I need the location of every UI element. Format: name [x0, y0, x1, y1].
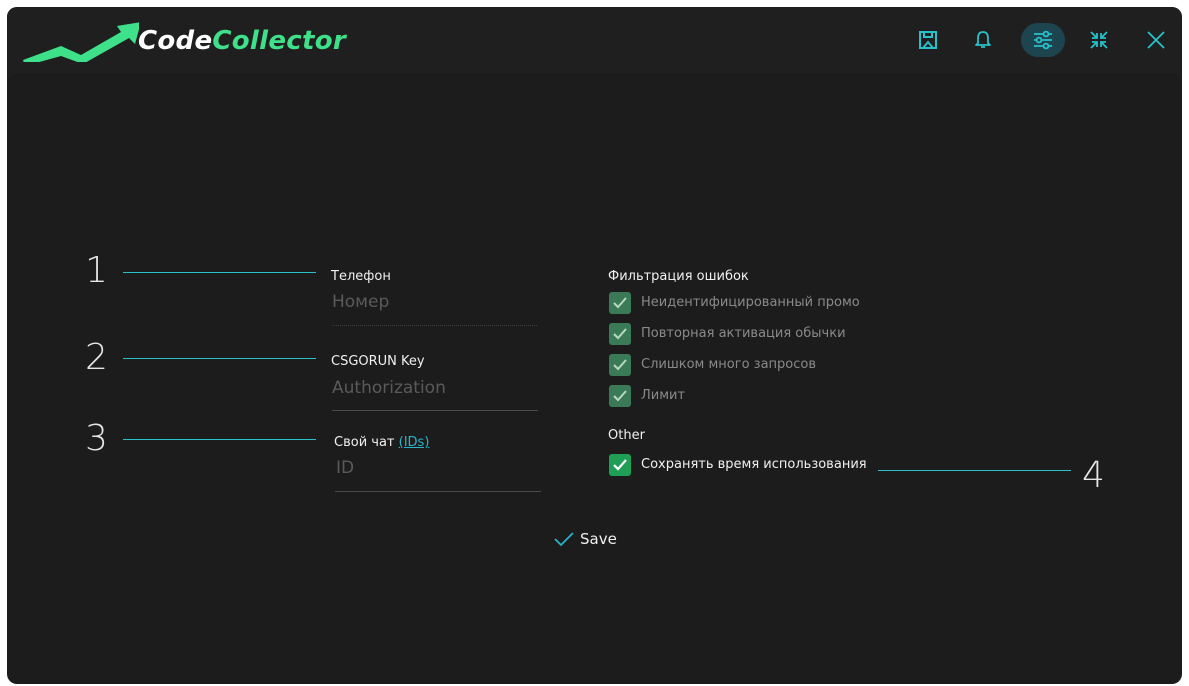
checkbox-label: Повторная активация обычки	[641, 326, 846, 341]
close-button[interactable]	[1134, 23, 1178, 57]
ids-link[interactable]: (IDs)	[399, 435, 430, 450]
minimize-button[interactable]	[1077, 23, 1121, 57]
checkbox[interactable]	[609, 385, 631, 407]
chat-label-text: Свой чат	[334, 435, 395, 450]
check-icon	[613, 390, 627, 402]
authorization-input[interactable]	[332, 376, 537, 400]
save-window-button[interactable]	[906, 23, 950, 57]
other-title: Other	[608, 428, 645, 443]
save-button[interactable]: Save	[553, 530, 617, 548]
phone-input[interactable]	[332, 290, 537, 314]
check-icon	[613, 297, 627, 309]
phone-underline	[332, 325, 537, 326]
key-underline	[332, 410, 538, 411]
check-icon	[613, 359, 627, 371]
filter-option-limit[interactable]: Лимит	[609, 385, 685, 407]
callout-number-4: 4	[1082, 455, 1105, 496]
app-title: CodeCollector	[138, 25, 346, 57]
minimize-icon	[1090, 31, 1108, 49]
save-icon	[919, 31, 937, 49]
notifications-button[interactable]	[961, 23, 1005, 57]
callout-number-1: 1	[85, 250, 108, 291]
checkbox-label: Лимит	[641, 388, 686, 403]
settings-button[interactable]	[1021, 23, 1065, 57]
app-window: CodeCollector 1 2 3 4 Телефон Номер CSGO…	[7, 7, 1182, 684]
key-label: CSGORUN Key	[331, 354, 425, 369]
error-filter-title: Фильтрация ошибок	[608, 269, 749, 284]
checkbox[interactable]	[609, 454, 631, 476]
settings-sliders-icon	[1034, 30, 1052, 50]
settings-panel: 1 2 3 4 Телефон CSGORUN Key Свой чат (ID…	[7, 73, 1182, 684]
filter-option-too-many-requests[interactable]: Слишком много запросов	[609, 354, 816, 376]
app-title-collector: Collector	[212, 26, 347, 56]
phone-label: Телефон	[331, 269, 391, 284]
check-icon	[554, 532, 574, 547]
callout-line-2	[123, 358, 316, 359]
callout-number-2: 2	[85, 337, 108, 378]
trend-arrow-logo	[23, 22, 139, 62]
bell-icon	[975, 31, 991, 48]
chat-label: Свой чат (IDs)	[334, 435, 429, 451]
chat-id-input[interactable]	[336, 456, 541, 480]
filter-option-repeat-activation[interactable]: Повторная активация обычки	[609, 323, 846, 345]
checkbox-label: Сохранять время использования	[641, 457, 867, 472]
callout-line-1	[123, 272, 316, 273]
checkbox-label: Неидентифицированный промо	[641, 295, 860, 310]
checkbox-label: Слишком много запросов	[641, 357, 816, 372]
check-icon	[613, 459, 627, 471]
checkbox[interactable]	[609, 323, 631, 345]
checkbox[interactable]	[609, 354, 631, 376]
app-title-code: Code	[138, 26, 213, 56]
filter-option-unidentified-promo[interactable]: Неидентифицированный промо	[609, 292, 860, 314]
close-icon	[1147, 31, 1165, 49]
callout-line-4	[878, 470, 1071, 471]
check-icon	[613, 328, 627, 340]
save-label: Save	[580, 530, 617, 548]
callout-line-3	[123, 439, 316, 440]
title-bar[interactable]: CodeCollector	[7, 7, 1182, 73]
save-usage-time-option[interactable]: Сохранять время использования	[609, 454, 867, 476]
chat-underline	[335, 491, 541, 492]
callout-number-3: 3	[85, 418, 108, 459]
checkbox[interactable]	[609, 292, 631, 314]
